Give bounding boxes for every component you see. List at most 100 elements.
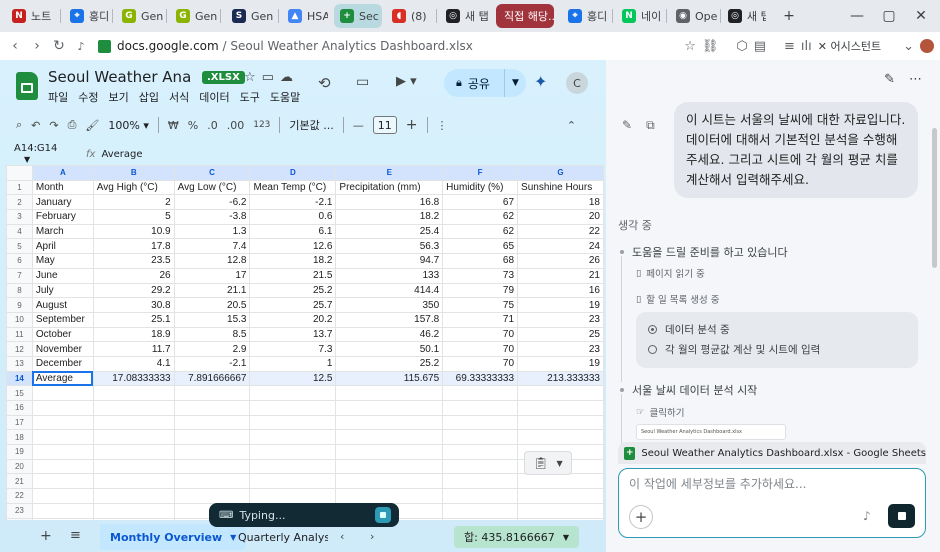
column-header[interactable]: F [442,165,519,181]
cell[interactable] [173,458,251,475]
sum-summary-chip[interactable]: 합: 435.8166667 ▼ [454,526,579,548]
cell[interactable]: 115.675 [335,370,444,387]
menu-item[interactable]: 도움말 [270,89,300,105]
cell[interactable] [249,400,337,416]
row-header[interactable]: 17 [6,414,33,431]
cell[interactable]: 414.4 [335,282,444,299]
row-header[interactable]: 14 [6,370,33,387]
audio-wave-icon[interactable]: ılı [801,39,812,54]
cell[interactable]: December [31,355,94,372]
browser-tab[interactable]: ◎ 새 탭 [722,4,766,28]
cell[interactable]: 25.1 [92,311,175,328]
redo-icon[interactable]: ↷ [49,119,58,132]
cell[interactable]: -6.2 [173,194,251,211]
row-header[interactable]: 22 [6,488,33,504]
cell[interactable] [517,502,604,519]
cell[interactable]: 16.8 [335,194,444,211]
cell[interactable] [173,429,251,446]
close-icon[interactable]: ✕ [906,0,936,32]
cell[interactable] [335,429,444,446]
cell[interactable] [249,458,337,475]
browser-tab[interactable]: ⌖ 홍디 [64,4,110,28]
number-format-button[interactable]: 123 [253,120,270,130]
cell[interactable]: 70 [442,326,519,343]
new-tab-button[interactable]: + [774,0,804,32]
cell[interactable] [517,488,604,504]
cell[interactable] [442,385,519,401]
avatar[interactable]: C [566,72,588,94]
cell[interactable] [517,473,604,490]
cell[interactable]: 8.5 [173,326,251,343]
cell[interactable]: August [31,297,94,313]
cell[interactable] [517,385,604,401]
cell[interactable] [335,458,444,475]
cell[interactable] [442,473,519,490]
cell[interactable] [92,385,175,401]
sheets-logo-icon[interactable] [16,72,38,100]
cell[interactable] [31,473,94,490]
row-header[interactable]: 12 [6,341,33,357]
new-chat-icon[interactable]: ✎ [884,72,895,87]
cell[interactable]: 15.3 [173,311,251,328]
menu-item[interactable]: 보기 [109,89,129,105]
move-folder-icon[interactable]: ▭ [262,70,274,85]
cell[interactable] [335,400,444,416]
cell[interactable]: 21.1 [173,282,251,299]
increase-decimal-button[interactable]: .00 [227,119,245,132]
cell[interactable] [249,385,337,401]
meet-icon[interactable]: ▶ ▾ [396,74,417,89]
reading-list-icon[interactable]: ▤ [754,39,766,54]
cell[interactable] [31,488,94,504]
cell[interactable]: 69.33333333 [442,370,519,387]
menu-item[interactable]: 삽입 [139,89,159,105]
cell[interactable] [249,429,337,446]
cell[interactable] [92,400,175,416]
decrease-decimal-button[interactable]: .0 [207,119,218,132]
font-select[interactable]: 기본값 ... [289,117,333,133]
cell[interactable]: 213.333333 [517,370,604,387]
cell[interactable]: 30.8 [92,297,175,313]
cell[interactable] [517,414,604,431]
cell[interactable]: March [31,223,94,240]
more-options-icon[interactable]: ⋮ [437,119,448,132]
cell[interactable]: 350 [335,297,444,313]
profile-icon[interactable] [920,39,934,53]
more-options-icon[interactable]: ⋯ [909,72,922,87]
cell[interactable]: 23.5 [92,253,175,269]
cell[interactable]: 20 [517,209,604,225]
cell[interactable]: 2 [92,194,175,211]
cell[interactable]: Precipitation (mm) [335,179,444,196]
minimize-icon[interactable]: — [842,0,872,32]
cell[interactable] [442,488,519,504]
cell[interactable] [442,414,519,431]
row-header[interactable]: 23 [6,502,33,519]
cell[interactable] [173,444,251,460]
cell[interactable]: 17.8 [92,238,175,255]
cell[interactable]: 2.9 [173,341,251,357]
cell[interactable]: 23 [517,341,604,357]
cell[interactable] [249,488,337,504]
cell[interactable] [92,473,175,490]
currency-format-button[interactable]: ₩ [168,119,179,132]
browser-tab[interactable]: 직접 해당... [496,4,554,28]
menu-item[interactable]: 수정 [78,89,98,105]
maximize-icon[interactable]: ▢ [874,0,904,32]
cell[interactable]: 75 [442,297,519,313]
row-header[interactable]: 2 [6,194,33,211]
column-header[interactable]: E [335,165,444,181]
cell[interactable]: 21.5 [249,267,337,284]
cell[interactable]: May [31,253,94,269]
cell[interactable] [31,458,94,475]
cell[interactable]: 4.1 [92,355,175,372]
row-header[interactable]: 15 [6,385,33,401]
cell[interactable]: 56.3 [335,238,444,255]
row-header[interactable]: 20 [6,458,33,475]
cell[interactable]: 25.4 [335,223,444,240]
cell[interactable]: -2.1 [173,355,251,372]
cell[interactable] [173,400,251,416]
cell[interactable]: Humidity (%) [442,179,519,196]
forward-icon[interactable]: › [26,35,48,57]
cell[interactable]: 18.2 [335,209,444,225]
document-title[interactable]: Seoul Weather Analytics Dashboard [48,68,190,86]
extensions-icon[interactable]: ⬡ [736,39,747,54]
